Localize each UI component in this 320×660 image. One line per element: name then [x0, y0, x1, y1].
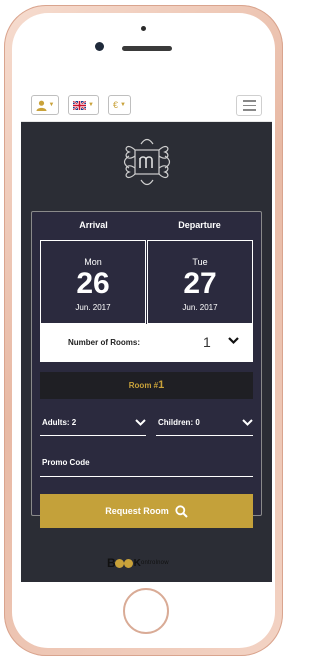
hamburger-menu-button[interactable] [236, 95, 262, 116]
departure-header: Departure [178, 220, 221, 230]
room-number: 1 [158, 379, 165, 391]
room-heading-text: Room #1 [128, 379, 165, 391]
uk-flag-icon [73, 100, 87, 110]
brand-dot [114, 558, 124, 568]
currency-selector-button[interactable]: € ▼ [108, 95, 131, 115]
top-toolbar: ▼ ▼ € ▼ [21, 89, 272, 122]
brand-k: K [133, 557, 141, 569]
rooms-selector[interactable]: Number of Rooms: 1 [40, 324, 253, 362]
hotel-logo [123, 138, 171, 186]
user-menu-button[interactable]: ▼ [31, 95, 59, 115]
brand-rest: ontrolnow [140, 560, 169, 566]
brand-dot [123, 558, 133, 568]
proximity-sensor [141, 26, 146, 31]
rooms-value: 1 [203, 334, 211, 350]
chevron-down-icon [228, 337, 239, 345]
promo-code-input[interactable]: Promo Code [40, 456, 253, 477]
arrival-day: 26 [76, 267, 110, 300]
rooms-label: Number of Rooms: [68, 338, 140, 347]
hamburger-bar [242, 104, 256, 107]
language-selector-button[interactable]: ▼ [68, 95, 99, 115]
hamburger-bar [242, 109, 256, 111]
departure-day: 27 [183, 267, 217, 300]
room-title: Room # [128, 381, 159, 390]
request-room-button[interactable]: Request Room [40, 494, 253, 528]
chevron-down-icon [242, 419, 253, 426]
departure-date-picker[interactable]: Tue 27 Jun. 2017 [147, 240, 253, 324]
chevron-down-icon [135, 419, 146, 426]
currency-label: € [113, 100, 119, 110]
brand-footer-logo: B K ontrolnow [107, 556, 169, 570]
user-icon [36, 100, 47, 111]
adults-label: Adults: 2 [42, 418, 77, 427]
hamburger-menu-icon [242, 100, 256, 102]
request-room-label: Request Room [105, 506, 169, 516]
room-heading: Room #1 [40, 372, 253, 399]
chevron-down-icon: ▼ [88, 102, 94, 108]
arrival-month-year: Jun. 2017 [75, 303, 111, 312]
chevron-down-icon: ▼ [120, 102, 126, 108]
app-screen: ▼ ▼ € ▼ Arrival Departure Mon 26 Jun. 20… [21, 89, 272, 582]
adults-select[interactable]: Adults: 2 [40, 415, 146, 436]
departure-month-year: Jun. 2017 [182, 303, 218, 312]
home-button[interactable] [123, 588, 169, 634]
arrival-date-picker[interactable]: Mon 26 Jun. 2017 [40, 240, 146, 324]
departure-weekday: Tue [192, 257, 208, 267]
children-label: Children: 0 [158, 418, 200, 427]
search-icon [175, 504, 188, 518]
chevron-down-icon: ▼ [48, 102, 55, 108]
arrival-header: Arrival [79, 220, 108, 230]
front-camera [95, 42, 104, 51]
arrival-weekday: Mon [84, 257, 102, 267]
children-select[interactable]: Children: 0 [156, 415, 253, 436]
earpiece-speaker [122, 46, 172, 51]
promo-code-placeholder: Promo Code [42, 458, 90, 467]
